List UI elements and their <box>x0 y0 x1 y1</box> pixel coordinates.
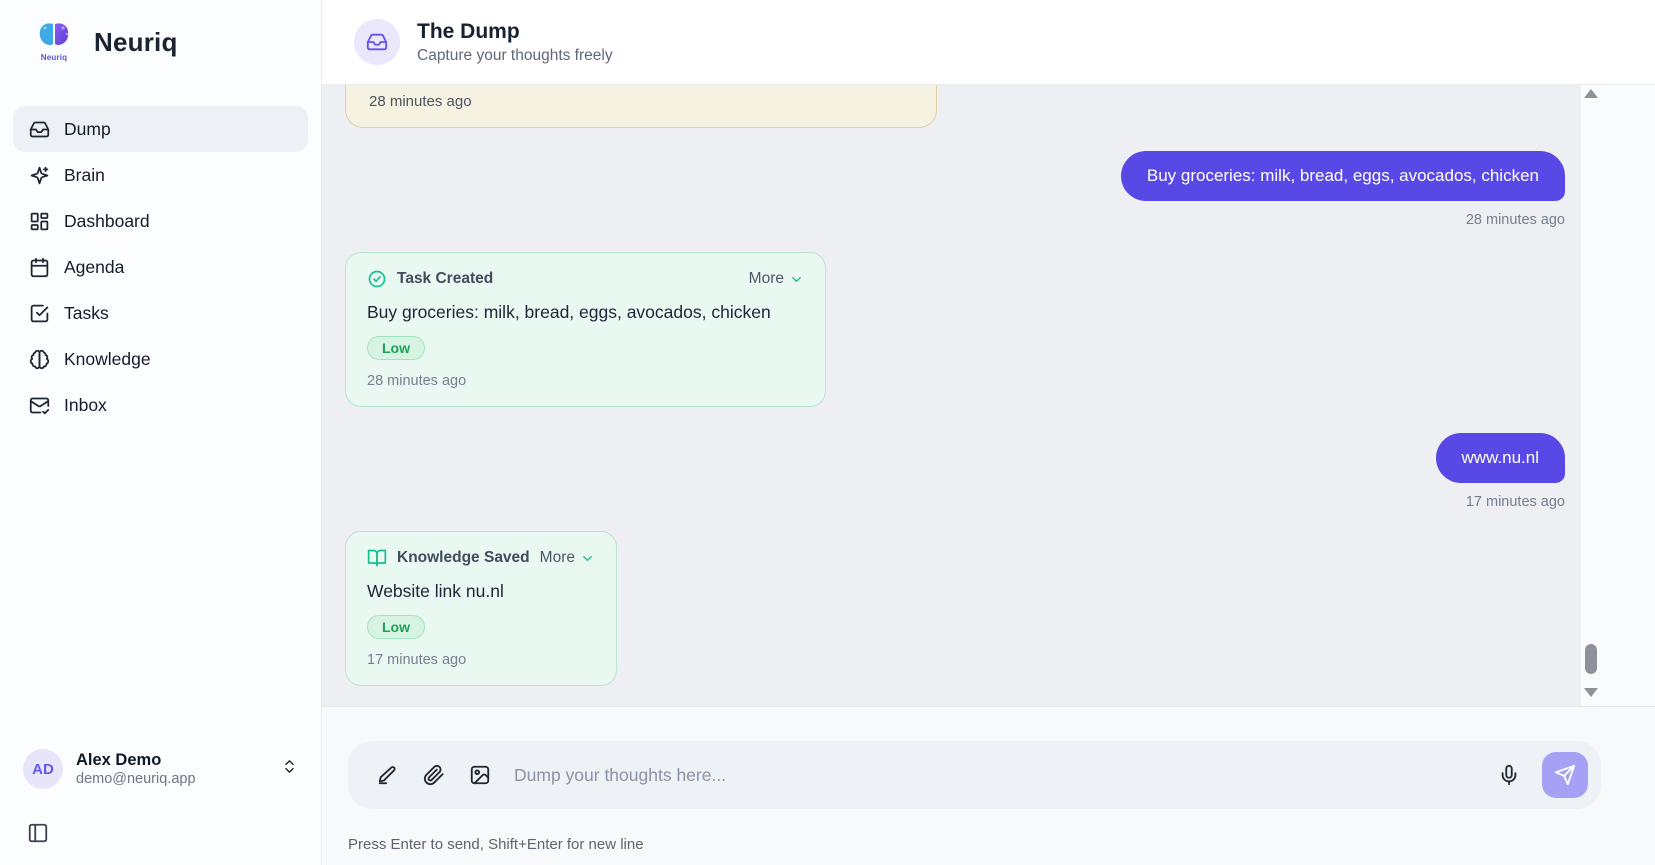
card-header: Task Created More <box>367 269 804 289</box>
brand-title: Neuriq <box>94 26 178 57</box>
user-message-bubble: www.nu.nl <box>1435 433 1565 483</box>
image-icon <box>470 765 490 785</box>
sidebar-item-brain[interactable]: Brain <box>13 152 308 198</box>
header-meta: The Dump Capture your thoughts freely <box>417 20 613 65</box>
priority-badge: Low <box>367 615 425 639</box>
composer-hint: Press Enter to send, Shift+Enter for new… <box>348 836 644 853</box>
neuriq-logo-icon: Neuriq <box>30 18 78 66</box>
priority-badge: Low <box>367 336 425 360</box>
chevron-down-icon <box>792 276 801 282</box>
user-profile-menu[interactable]: AD Alex Demo demo@neuriq.app <box>13 741 308 797</box>
profile-email: demo@neuriq.app <box>76 771 196 788</box>
sidebar-item-dashboard[interactable]: Dashboard <box>13 198 308 244</box>
check-square-icon <box>30 304 49 322</box>
sidebar-item-label: Knowledge <box>64 348 151 369</box>
scroll-down-arrow-icon[interactable] <box>1584 688 1598 697</box>
more-label: More <box>748 270 784 287</box>
message-timestamp: 28 minutes ago <box>369 93 472 110</box>
draw-button[interactable] <box>376 763 400 787</box>
message-timestamp: 17 minutes ago <box>1465 494 1565 510</box>
dashboard-grid-icon <box>30 212 49 230</box>
page-subtitle: Capture your thoughts freely <box>417 46 613 64</box>
message-input-bar <box>348 741 1601 809</box>
scrollbar-gutter <box>1581 85 1655 706</box>
card-text: Buy groceries: milk, bread, eggs, avocad… <box>367 302 771 322</box>
message-timestamp: 28 minutes ago <box>1465 212 1565 228</box>
profile-meta: Alex Demo demo@neuriq.app <box>76 750 196 789</box>
user-message: Buy groceries: milk, bread, eggs, avocad… <box>345 151 1565 228</box>
chat-message-list[interactable]: 28 minutes ago Buy groceries: milk, brea… <box>322 85 1655 706</box>
sidebar-item-label: Dump <box>64 118 111 139</box>
task-created-card: Task Created More Buy groceries: milk, b… <box>345 252 826 407</box>
sidebar-item-label: Brain <box>64 164 105 185</box>
sidebar: Neuriq Neuriq Dump Brain Dashboard Agend… <box>0 0 322 865</box>
clipped-message-card: 28 minutes ago <box>345 85 937 128</box>
main-panel: The Dump Capture your thoughts freely 28… <box>322 0 1655 865</box>
more-dropdown-button[interactable]: More <box>749 270 804 288</box>
sidebar-item-label: Inbox <box>64 394 107 415</box>
send-icon <box>1554 764 1576 786</box>
card-text: Website link nu.nl <box>367 581 504 601</box>
profile-name: Alex Demo <box>76 750 162 769</box>
pen-icon <box>378 766 396 785</box>
message-timestamp: 17 minutes ago <box>367 652 467 668</box>
app-window: Neuriq Neuriq Dump Brain Dashboard Agend… <box>0 0 1655 865</box>
attach-file-button[interactable] <box>422 763 446 787</box>
logo-wordmark: Neuriq <box>40 53 68 62</box>
composer: Press Enter to send, Shift+Enter for new… <box>322 706 1655 865</box>
brain-icon <box>29 349 50 369</box>
scrollbar-thumb[interactable] <box>1585 644 1597 674</box>
calendar-icon <box>30 257 49 277</box>
card-title: Task Created <box>397 270 494 287</box>
sidebar-item-label: Tasks <box>64 302 109 323</box>
avatar: AD <box>23 749 63 789</box>
more-label: More <box>539 549 575 566</box>
chevron-down-icon <box>583 555 592 561</box>
chat-scrollbar[interactable] <box>1581 85 1601 706</box>
attach-image-button[interactable] <box>468 763 492 787</box>
sidebar-item-label: Agenda <box>64 256 125 277</box>
card-header: Knowledge Saved More <box>367 548 595 568</box>
inbox-tray-icon <box>29 121 50 137</box>
scroll-up-arrow-icon[interactable] <box>1584 89 1598 98</box>
message-timestamp: 28 minutes ago <box>367 373 467 389</box>
inbox-tray-icon <box>354 19 400 65</box>
card-title: Knowledge Saved <box>397 549 530 566</box>
page-title: The Dump <box>417 19 520 43</box>
brand-header: Neuriq Neuriq <box>13 18 308 66</box>
sidebar-item-knowledge[interactable]: Knowledge <box>13 336 308 382</box>
panel-left-icon <box>28 823 48 842</box>
microphone-icon <box>1501 764 1517 786</box>
sidebar-item-inbox[interactable]: Inbox <box>13 382 308 428</box>
sidebar-item-dump[interactable]: Dump <box>13 106 308 152</box>
thought-input[interactable] <box>514 764 1497 786</box>
knowledge-saved-card: Knowledge Saved More Website link nu.nl … <box>345 531 617 686</box>
mail-check-icon <box>29 397 50 414</box>
sidebar-item-label: Dashboard <box>64 210 150 231</box>
user-message: www.nu.nl 17 minutes ago <box>345 433 1565 510</box>
sidebar-nav: Dump Brain Dashboard Agenda Tasks Knowle… <box>13 106 308 428</box>
voice-input-button[interactable] <box>1497 763 1521 787</box>
paperclip-icon <box>423 764 444 786</box>
sidebar-collapse-button[interactable] <box>23 819 53 849</box>
check-circle-icon <box>368 270 386 288</box>
book-open-icon <box>367 549 387 567</box>
chat-header: The Dump Capture your thoughts freely <box>322 0 1655 85</box>
send-button[interactable] <box>1542 752 1588 798</box>
sidebar-item-tasks[interactable]: Tasks <box>13 290 308 336</box>
chevrons-up-down-icon <box>281 758 298 780</box>
user-message-bubble: Buy groceries: milk, bread, eggs, avocad… <box>1120 151 1565 201</box>
more-dropdown-button[interactable]: More <box>540 549 595 567</box>
sparkles-icon <box>30 166 49 184</box>
sidebar-item-agenda[interactable]: Agenda <box>13 244 308 290</box>
